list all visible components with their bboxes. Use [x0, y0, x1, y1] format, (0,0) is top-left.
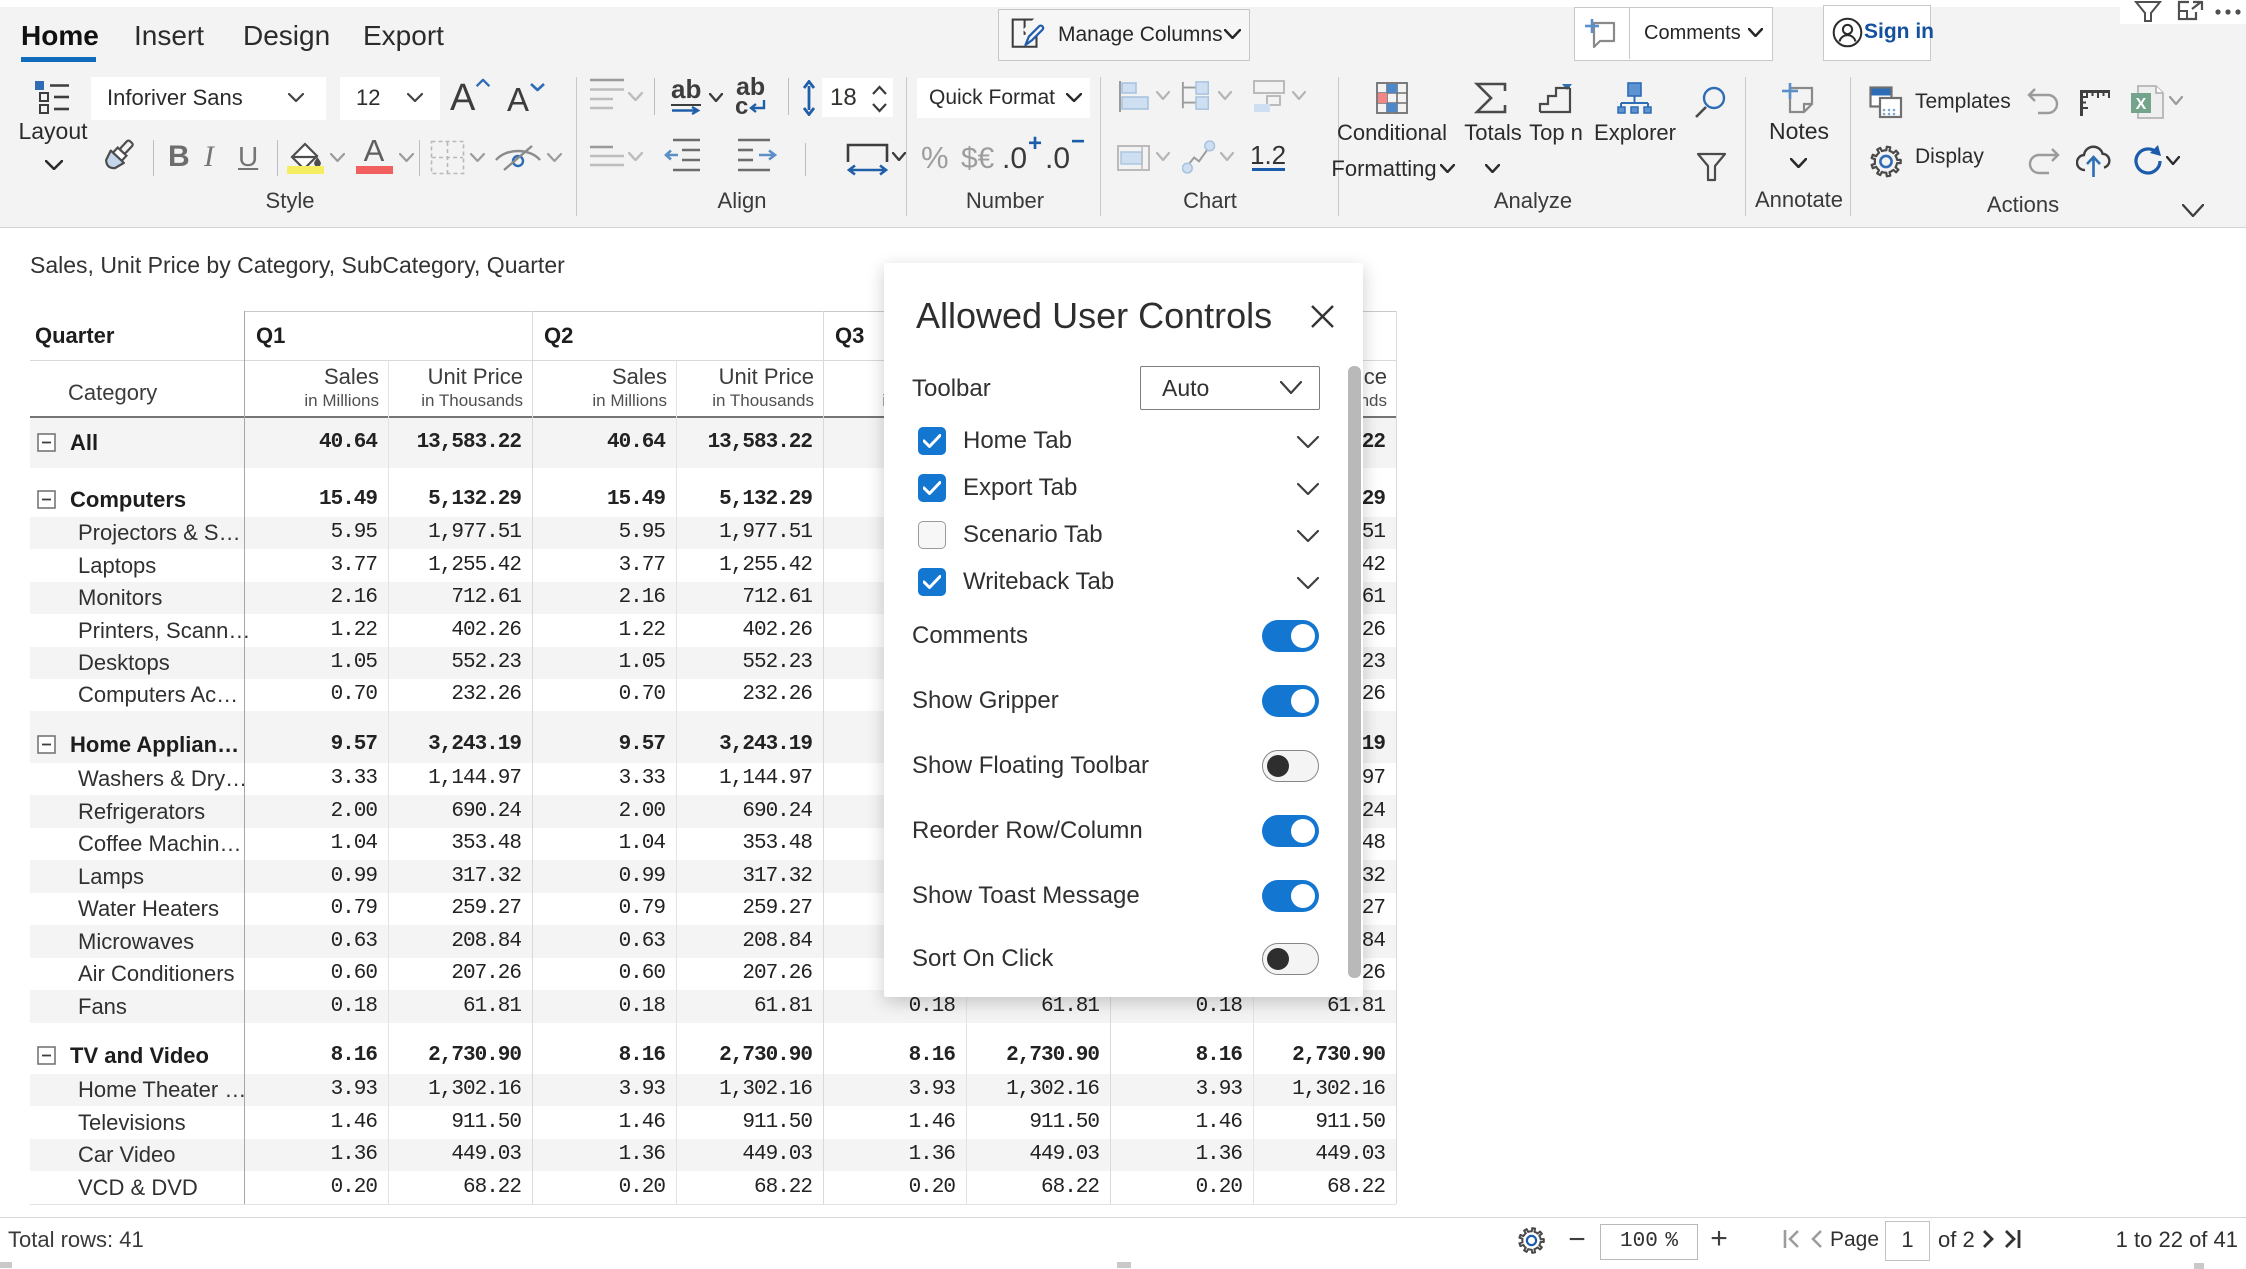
svg-text:X: X — [2136, 96, 2147, 113]
